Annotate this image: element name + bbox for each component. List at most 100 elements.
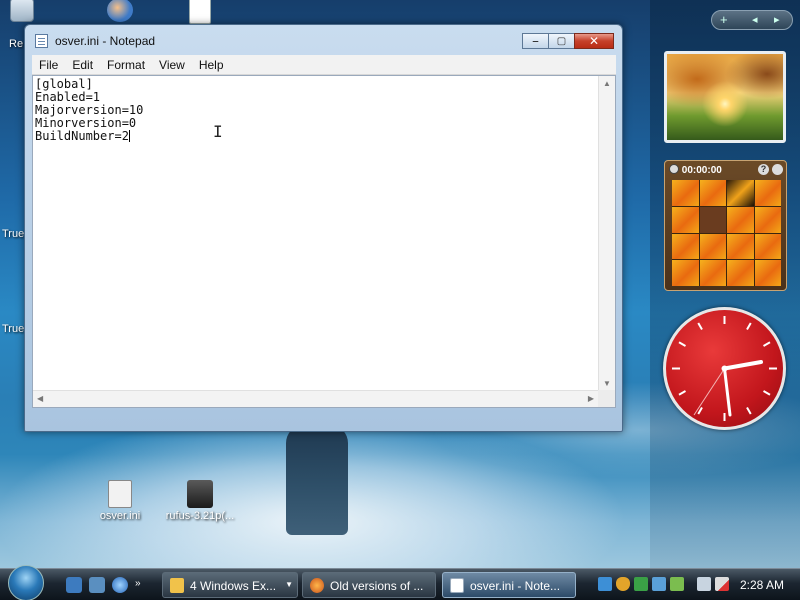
menu-bar: File Edit Format View Help <box>32 55 616 75</box>
menu-view[interactable]: View <box>152 55 192 72</box>
puzzle-tile[interactable] <box>754 180 781 206</box>
close-button[interactable]: ✕ <box>574 33 614 49</box>
osver-ini-label: osver.ini <box>99 510 141 522</box>
document-desktop-icon[interactable] <box>180 0 220 26</box>
minimize-button[interactable]: ‒ <box>522 33 549 49</box>
puzzle-tile[interactable] <box>754 233 781 260</box>
settings-file-icon <box>108 480 132 508</box>
text-editor[interactable]: [global] Enabled=1 Majorversion=10 Minor… <box>32 75 616 408</box>
window-title: osver.ini - Notepad <box>55 34 156 48</box>
scroll-up-icon[interactable]: ▲ <box>603 79 611 88</box>
puzzle-tile[interactable] <box>699 180 726 206</box>
scrollbar-corner <box>598 390 615 407</box>
taskbar-item-firefox[interactable]: Old versions of ... <box>302 572 436 598</box>
text-caret <box>128 130 130 142</box>
usb-drive-icon <box>187 480 213 508</box>
menu-help[interactable]: Help <box>192 55 231 72</box>
maximize-icon: ▢ <box>556 36 567 47</box>
wallpaper-whale-tail <box>286 425 348 535</box>
system-tray: 2:28 AM <box>596 573 796 597</box>
shield-icon[interactable] <box>616 577 630 591</box>
slideshow-gadget[interactable] <box>664 51 786 143</box>
document-icon <box>189 0 211 24</box>
puzzle-tile[interactable] <box>727 233 754 260</box>
menu-file[interactable]: File <box>32 55 65 72</box>
scroll-down-icon[interactable]: ▼ <box>603 379 611 388</box>
puzzle-tile[interactable] <box>672 260 699 286</box>
osver-ini-desktop-icon[interactable]: osver.ini <box>80 480 160 522</box>
clock-second-hand <box>693 368 725 416</box>
notepad-window[interactable]: osver.ini - Notepad ‒ ▢ ✕ File Edit Format… <box>24 24 623 432</box>
puzzle-help-button[interactable]: ? <box>758 164 769 175</box>
document-content: [global] Enabled=1 Majorversion=10 Minor… <box>35 77 144 143</box>
minimize-icon: ‒ <box>532 36 539 47</box>
sidebar-controls: + ◂ ▸ <box>711 10 793 30</box>
clock-minute-hand <box>723 367 732 417</box>
puzzle-tile[interactable] <box>754 206 781 233</box>
scroll-left-icon[interactable]: ◀ <box>37 394 43 403</box>
firefox-icon <box>310 578 324 593</box>
puzzle-grid <box>672 180 781 286</box>
desktop-label-partial-3: True <box>2 323 25 335</box>
taskbar-item-windows-explorer[interactable]: 4 Windows Ex... ▼ <box>162 572 298 598</box>
sidebar-prev-button[interactable]: ◂ <box>752 13 758 26</box>
ibeam-cursor-icon: I <box>213 122 223 141</box>
document-text[interactable]: [global] Enabled=1 Majorversion=10 Minor… <box>35 78 143 143</box>
folder-icon <box>170 578 184 593</box>
task-label: osver.ini - Note... <box>470 579 561 593</box>
start-button[interactable] <box>8 565 44 600</box>
taskbar-item-notepad[interactable]: osver.ini - Note... <box>442 572 576 598</box>
puzzle-tile[interactable] <box>672 180 699 206</box>
clock-face <box>672 316 777 421</box>
puzzle-tile[interactable] <box>727 206 754 233</box>
vertical-scrollbar[interactable]: ▲ ▼ <box>598 76 615 391</box>
desktop-label-partial-1: Re <box>9 38 24 50</box>
tray-status-icon[interactable] <box>670 577 684 591</box>
task-label: 4 Windows Ex... <box>190 579 277 593</box>
show-desktop-icon[interactable] <box>66 577 82 593</box>
rufus-desktop-icon[interactable]: rufus-3.21p(... <box>160 480 240 522</box>
recycle-bin-desktop-icon[interactable] <box>2 0 42 24</box>
timer-icon <box>669 164 679 174</box>
maximize-button[interactable]: ▢ <box>548 33 575 49</box>
rufus-label: rufus-3.21p(... <box>165 510 235 522</box>
internet-explorer-icon[interactable] <box>112 577 128 593</box>
switch-windows-icon[interactable] <box>89 577 105 593</box>
picture-puzzle-gadget[interactable]: 00:00:00 ? <box>664 160 787 291</box>
close-icon: ✕ <box>588 34 600 48</box>
tray-check-icon[interactable] <box>634 577 648 591</box>
user-group-icon <box>107 0 133 22</box>
menu-format[interactable]: Format <box>100 55 152 72</box>
add-gadget-button[interactable]: + <box>720 12 728 27</box>
scroll-right-icon[interactable]: ▶ <box>588 394 594 403</box>
volume-muted-icon[interactable] <box>715 577 729 591</box>
puzzle-empty-slot <box>699 206 726 233</box>
taskbar: » 4 Windows Ex... ▼ Old versions of ... … <box>0 565 800 600</box>
taskbar-clock[interactable]: 2:28 AM <box>740 578 784 592</box>
sidebar-next-button[interactable]: ▸ <box>774 13 780 26</box>
horizontal-scrollbar[interactable]: ◀ ▶ <box>33 390 598 407</box>
desktop-label-partial-2: True <box>2 228 25 240</box>
puzzle-tile[interactable] <box>699 233 726 260</box>
notepad-icon <box>450 578 464 593</box>
puzzle-tile[interactable] <box>727 180 754 206</box>
tray-sync-icon[interactable] <box>652 577 666 591</box>
puzzle-tile[interactable] <box>672 233 699 260</box>
menu-edit[interactable]: Edit <box>65 55 100 72</box>
network-icon[interactable] <box>697 577 711 591</box>
puzzle-tile[interactable] <box>699 260 726 286</box>
puzzle-tile[interactable] <box>727 260 754 286</box>
puzzle-peek-icon[interactable] <box>772 164 783 175</box>
puzzle-tile[interactable] <box>672 206 699 233</box>
clock-hour-hand <box>722 360 763 371</box>
recycle-bin-icon <box>10 0 34 22</box>
quick-launch-more-icon[interactable]: » <box>135 578 141 589</box>
puzzle-timer: 00:00:00 <box>681 165 722 176</box>
clock-gadget[interactable] <box>663 307 786 430</box>
caption-buttons: ‒ ▢ ✕ <box>522 33 614 49</box>
puzzle-tile[interactable] <box>754 260 781 286</box>
title-bar[interactable]: osver.ini - Notepad ‒ ▢ ✕ <box>25 25 622 55</box>
puzzle-header: 00:00:00 ? <box>669 164 783 178</box>
users-desktop-icon[interactable] <box>100 0 140 24</box>
tray-app-icon[interactable] <box>598 577 612 591</box>
